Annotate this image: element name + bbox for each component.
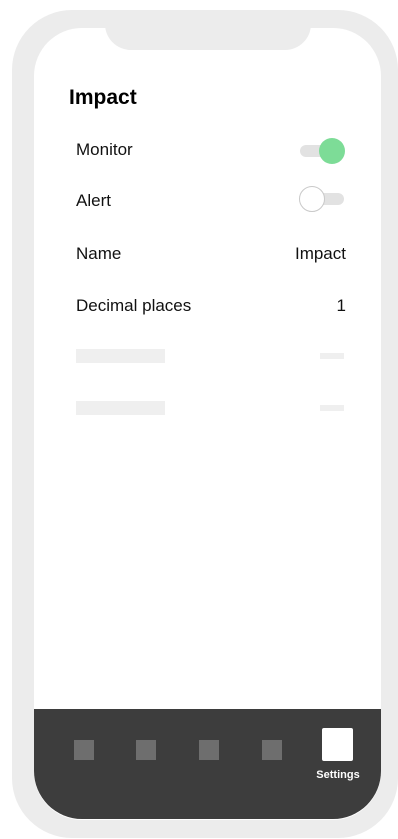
phone-notch <box>105 10 311 50</box>
tab-placeholder-icon[interactable] <box>262 740 282 760</box>
name-label: Name <box>76 244 122 263</box>
decimal-places-label: Decimal places <box>76 296 192 315</box>
placeholder-label <box>76 349 165 363</box>
settings-icon <box>322 728 353 761</box>
placeholder-value <box>320 353 344 359</box>
tab-placeholder-icon[interactable] <box>199 740 219 760</box>
monitor-toggle[interactable] <box>298 138 346 164</box>
alert-toggle[interactable] <box>298 186 346 212</box>
tab-settings[interactable]: Settings <box>310 726 366 786</box>
tab-placeholder-icon[interactable] <box>74 740 94 760</box>
tab-placeholder-icon[interactable] <box>136 740 156 760</box>
placeholder-label <box>76 401 165 415</box>
toggle-knob <box>299 186 325 212</box>
monitor-label: Monitor <box>76 140 133 159</box>
tab-settings-label: Settings <box>316 769 360 781</box>
toggle-knob <box>319 138 345 164</box>
placeholder-value <box>320 405 344 411</box>
alert-label: Alert <box>76 191 111 210</box>
decimal-places-value[interactable]: 1 <box>337 296 346 316</box>
name-value[interactable]: Impact <box>295 244 346 264</box>
page-title: Impact <box>69 86 137 109</box>
